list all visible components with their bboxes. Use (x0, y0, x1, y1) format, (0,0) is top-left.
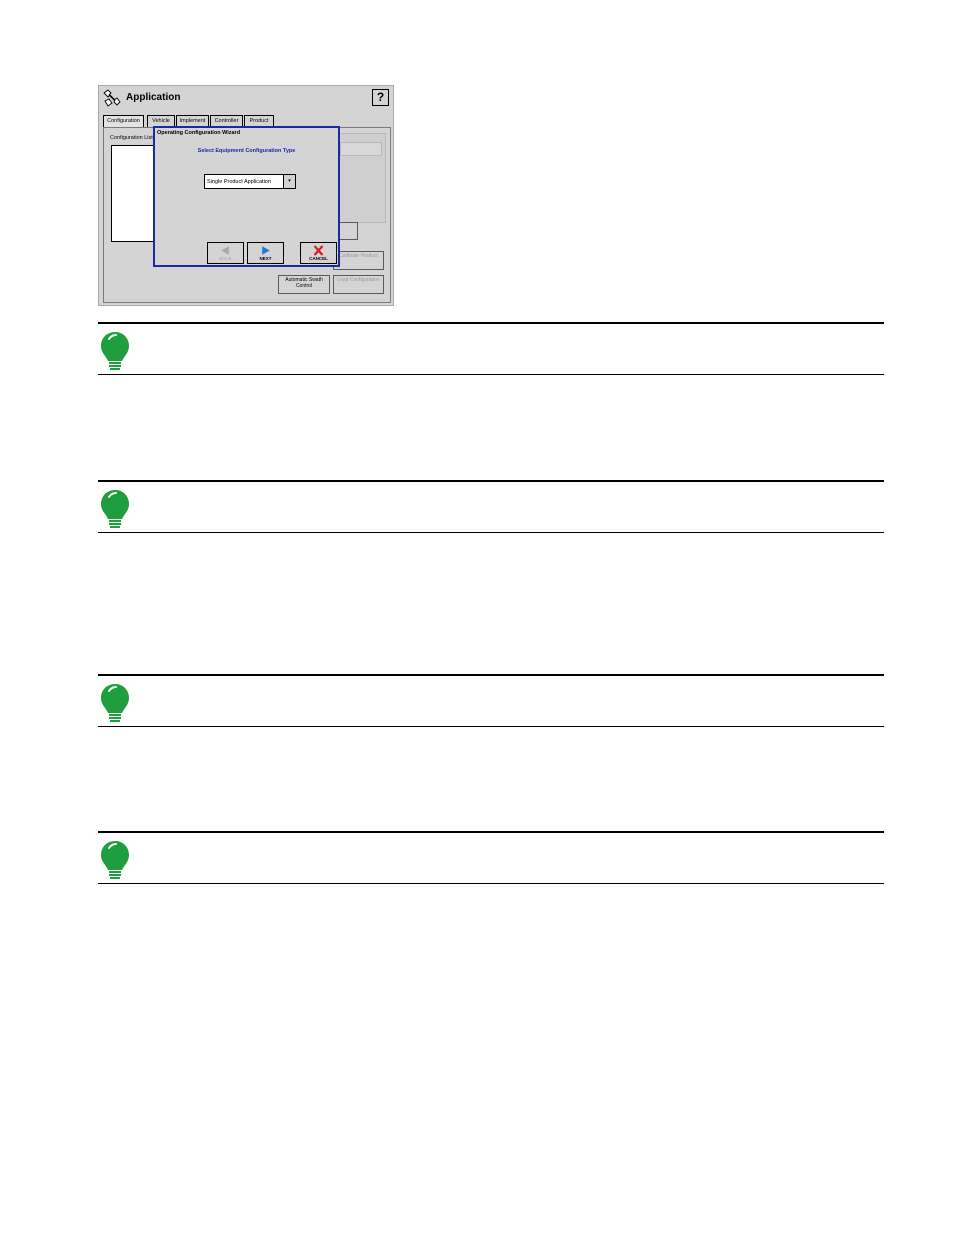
back-label: BACK (219, 256, 232, 261)
note-block (98, 480, 884, 533)
wrench-hand-icon (103, 89, 121, 107)
cancel-label: CANCEL (309, 256, 328, 261)
wizard-title: Operating Configuration Wizard (157, 130, 241, 136)
help-button[interactable]: ? (372, 89, 389, 106)
application-screenshot: Application ? Configuration Vehicle Impl… (98, 85, 394, 306)
lightbulb-icon (101, 490, 129, 528)
configuration-wizard-dialog: Operating Configuration Wizard Select Eq… (153, 126, 340, 267)
note-block (98, 322, 884, 375)
configuration-list-label: Configuration List (110, 135, 153, 141)
automatic-swath-control-button[interactable]: Automatic Swath Control (278, 275, 330, 294)
summary-field (340, 142, 382, 156)
lightbulb-icon (101, 332, 129, 370)
chevron-down-icon[interactable]: ▾ (283, 175, 295, 188)
configuration-type-value: Single Product Application (207, 179, 271, 185)
title-bar: Application ? (99, 86, 393, 108)
lightbulb-icon (101, 684, 129, 722)
cancel-button[interactable]: CANCEL (300, 242, 337, 264)
back-button[interactable]: BACK (207, 242, 244, 264)
next-arrow-icon (262, 246, 270, 255)
load-configuration-button[interactable]: Load Configuration (333, 275, 384, 294)
calibrate-product-button[interactable]: Calibrate Product (333, 251, 384, 270)
note-block (98, 674, 884, 727)
configuration-type-select[interactable]: Single Product Application ▾ (204, 174, 296, 189)
cancel-x-icon (314, 245, 323, 256)
wizard-heading: Select Equipment Configuration Type (197, 148, 296, 154)
next-button[interactable]: NEXT (247, 242, 284, 264)
back-arrow-icon (221, 246, 229, 255)
lightbulb-icon (101, 841, 129, 879)
note-block (98, 831, 884, 884)
configuration-list[interactable] (111, 145, 155, 242)
window-title: Application (126, 92, 181, 103)
next-label: NEXT (259, 256, 272, 261)
